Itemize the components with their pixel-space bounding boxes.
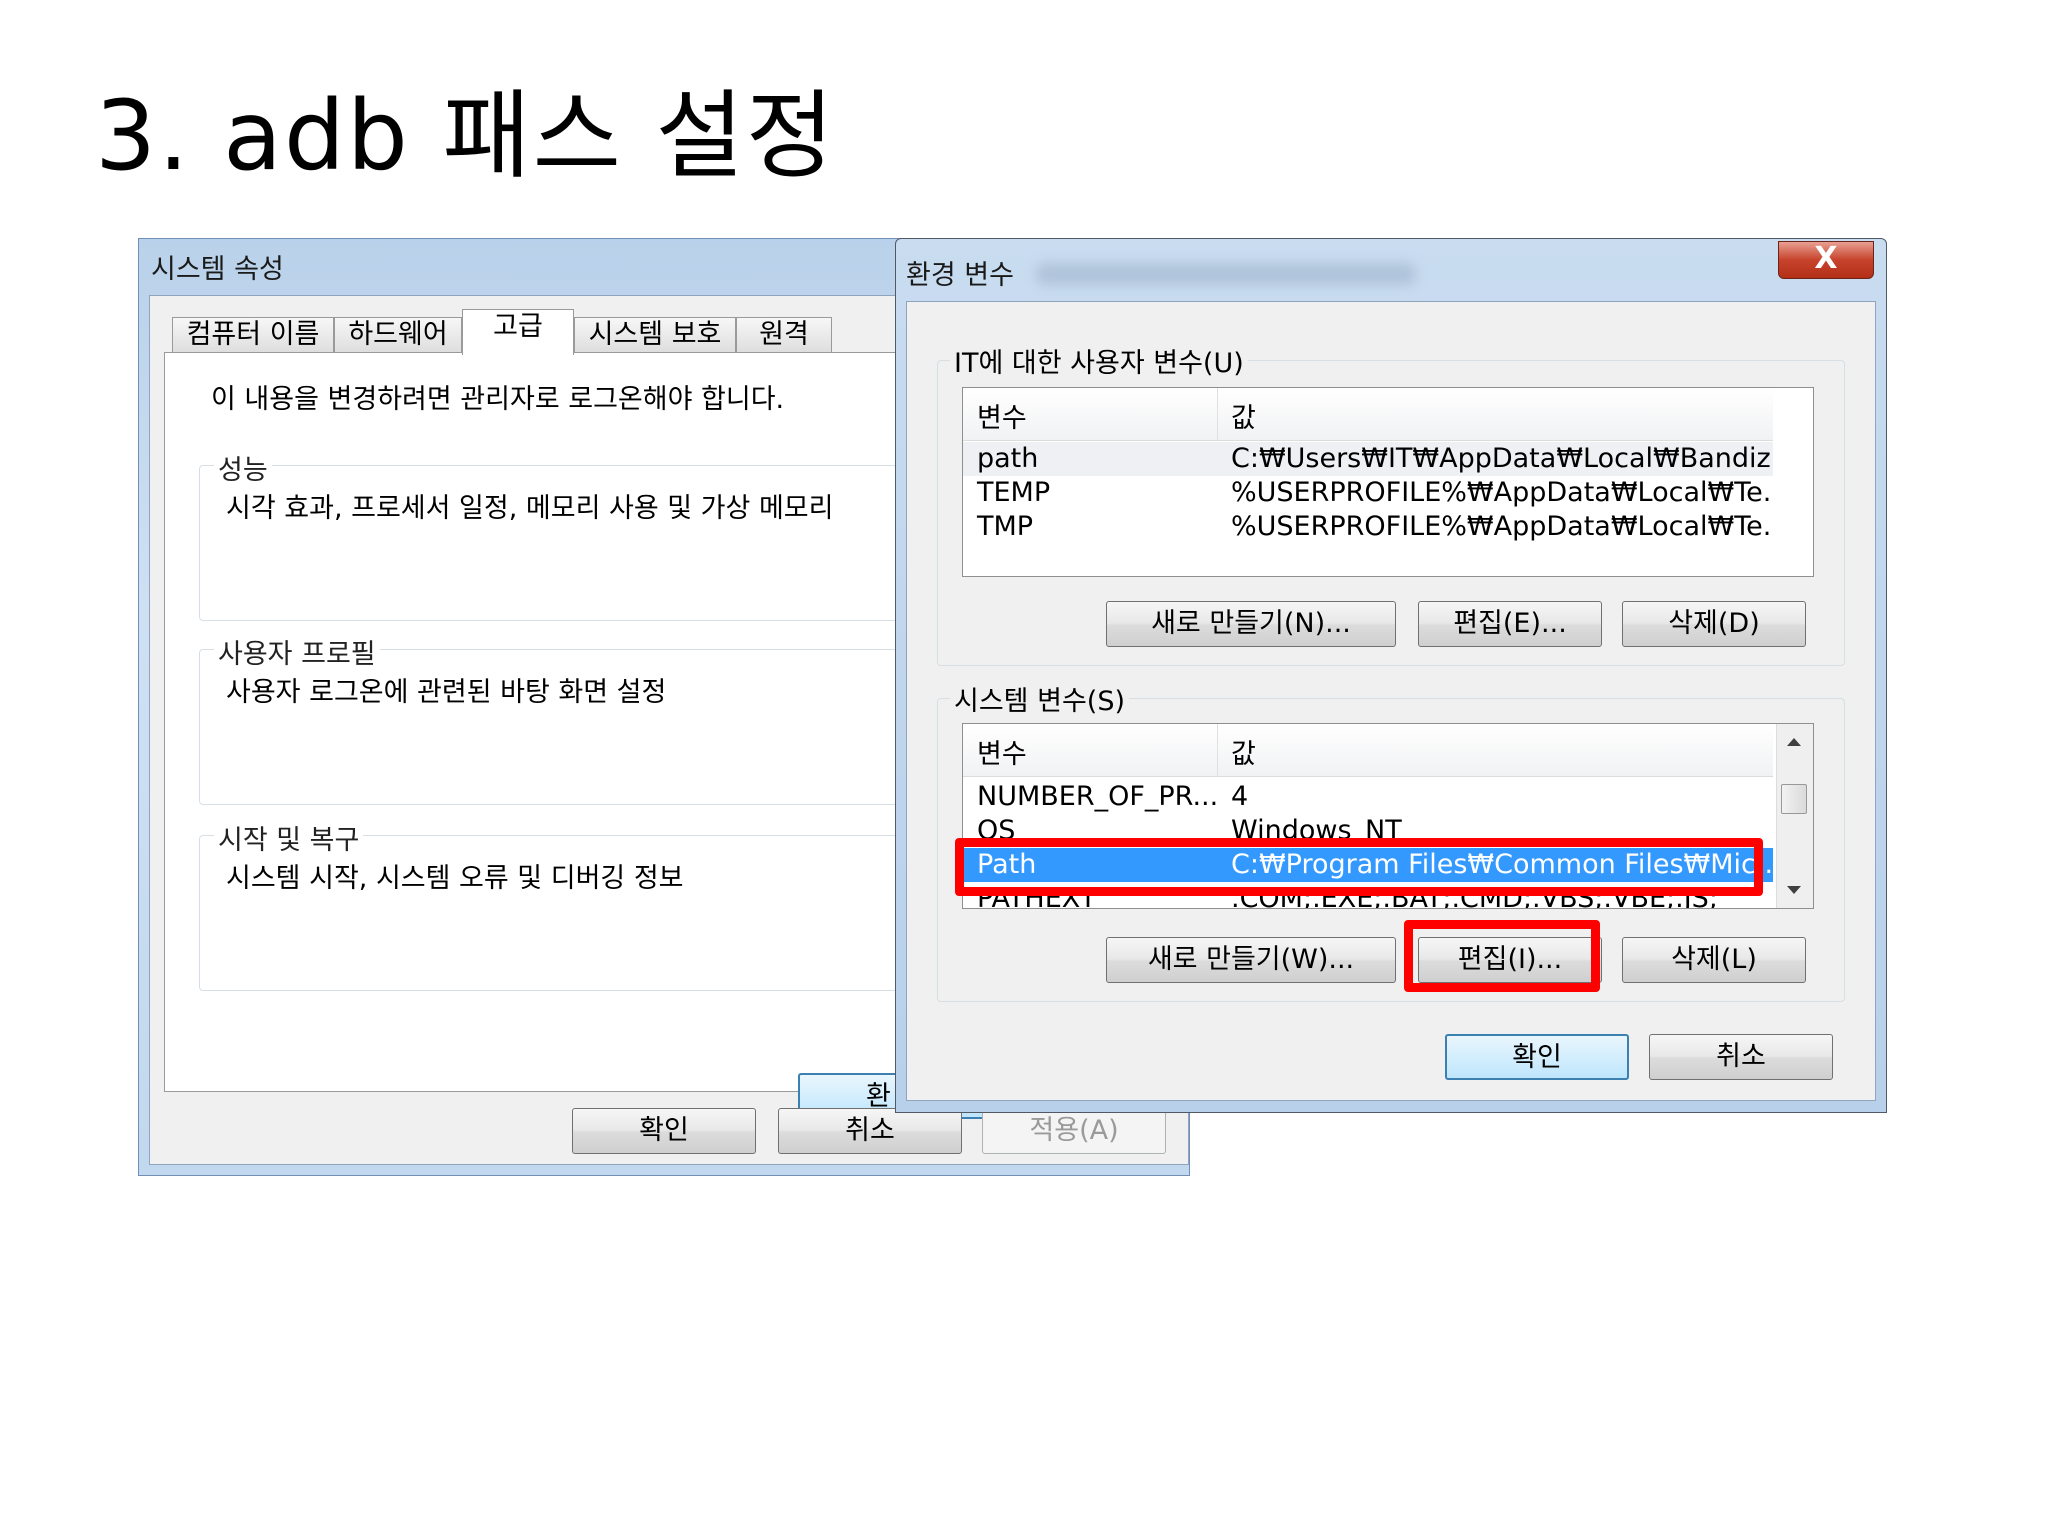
- list-header: 변수 값: [963, 388, 1773, 441]
- list-header: 변수 값: [963, 724, 1773, 777]
- variable-value: C:₩Users₩IT₩AppData₩Local₩Bandiz...: [1231, 443, 1773, 474]
- user-variables-list[interactable]: 변수 값 path C:₩Users₩IT₩AppData₩Local₩Band…: [962, 387, 1814, 577]
- user-delete-button[interactable]: 삭제(D): [1622, 601, 1806, 647]
- blurred-title-text: [1036, 263, 1416, 285]
- variable-value: %USERPROFILE%₩AppData₩Local₩Te...: [1231, 477, 1773, 508]
- system-delete-button[interactable]: 삭제(L): [1622, 937, 1806, 983]
- scroll-up-arrow-icon[interactable]: [1787, 738, 1801, 746]
- group-legend: IT에 대한 사용자 변수(U): [950, 341, 1248, 380]
- scroll-down-arrow-icon[interactable]: [1787, 886, 1801, 894]
- variable-name: NUMBER_OF_PR...: [977, 781, 1219, 812]
- column-separator[interactable]: [1217, 388, 1218, 440]
- group-legend: 사용자 프로필: [214, 632, 380, 671]
- variable-name: TEMP: [977, 477, 1051, 508]
- dialog-client: IT에 대한 사용자 변수(U) 변수 값 path C:₩Users₩IT₩A…: [906, 301, 1876, 1101]
- env-cancel-button[interactable]: 취소: [1649, 1034, 1833, 1080]
- environment-variables-dialog: 환경 변수 X IT에 대한 사용자 변수(U) 변수 값 path C:₩Us…: [895, 238, 1887, 1113]
- tab-remote[interactable]: 원격: [736, 317, 832, 353]
- tab-computer-name[interactable]: 컴퓨터 이름: [172, 317, 334, 353]
- ok-button[interactable]: 확인: [572, 1108, 756, 1154]
- group-legend: 시작 및 복구: [214, 818, 364, 857]
- user-new-button[interactable]: 새로 만들기(N)...: [1106, 601, 1396, 647]
- user-variables-group: IT에 대한 사용자 변수(U) 변수 값 path C:₩Users₩IT₩A…: [937, 341, 1845, 666]
- column-separator[interactable]: [1217, 724, 1218, 776]
- variable-name: TMP: [977, 511, 1034, 542]
- scroll-thumb[interactable]: [1781, 784, 1807, 814]
- apply-button[interactable]: 적용(A): [982, 1108, 1166, 1154]
- group-description: 시스템 시작, 시스템 오류 및 디버깅 정보: [226, 863, 684, 894]
- list-item[interactable]: path C:₩Users₩IT₩AppData₩Local₩Bandiz...: [963, 442, 1773, 476]
- path-row-highlight: [955, 838, 1763, 896]
- tab-advanced[interactable]: 고급: [462, 309, 574, 355]
- group-legend: 시스템 변수(S): [950, 679, 1129, 718]
- vertical-scrollbar[interactable]: [1776, 724, 1813, 908]
- column-header-variable[interactable]: 변수: [977, 732, 1027, 771]
- edit-button-highlight: [1404, 920, 1600, 992]
- list-item[interactable]: TMP %USERPROFILE%₩AppData₩Local₩Te...: [963, 510, 1773, 544]
- slide-title: 3. adb 패스 설정: [95, 80, 837, 192]
- column-header-value[interactable]: 값: [1231, 732, 1256, 771]
- column-header-variable[interactable]: 변수: [977, 396, 1027, 435]
- group-description: 사용자 로그온에 관련된 바탕 화면 설정: [226, 677, 667, 708]
- group-legend: 성능: [214, 448, 272, 487]
- user-edit-button[interactable]: 편집(E)...: [1418, 601, 1602, 647]
- cancel-button[interactable]: 취소: [778, 1108, 962, 1154]
- tab-system-protection[interactable]: 시스템 보호: [574, 317, 736, 353]
- system-new-button[interactable]: 새로 만들기(W)...: [1106, 937, 1396, 983]
- variable-value: 4: [1231, 781, 1249, 812]
- dialog-title: 시스템 속성: [151, 254, 284, 285]
- variable-value: %USERPROFILE%₩AppData₩Local₩Te...: [1231, 511, 1773, 542]
- dialog-title: 환경 변수: [906, 260, 1014, 291]
- group-description: 시각 효과, 프로세서 일정, 메모리 사용 및 가상 메모리: [226, 493, 834, 524]
- list-item[interactable]: NUMBER_OF_PR... 4: [963, 780, 1773, 814]
- tab-hardware[interactable]: 하드웨어: [334, 317, 462, 353]
- env-ok-button[interactable]: 확인: [1445, 1034, 1629, 1080]
- variable-name: path: [977, 443, 1039, 474]
- list-item[interactable]: TEMP %USERPROFILE%₩AppData₩Local₩Te...: [963, 476, 1773, 510]
- admin-message: 이 내용을 변경하려면 관리자로 로그온해야 합니다.: [211, 384, 785, 415]
- column-header-value[interactable]: 값: [1231, 396, 1256, 435]
- close-button[interactable]: X: [1778, 241, 1874, 279]
